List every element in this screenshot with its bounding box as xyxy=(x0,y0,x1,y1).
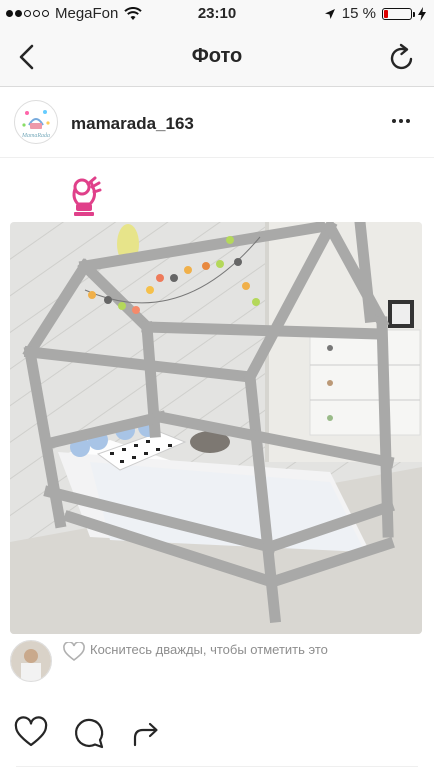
status-right: 15 % xyxy=(324,5,426,22)
battery-icon xyxy=(382,7,415,20)
share-arrow-icon[interactable] xyxy=(130,716,164,750)
brand-logo-icon: MamaRada xyxy=(16,102,56,142)
heart-icon[interactable] xyxy=(14,716,48,750)
divider xyxy=(16,766,418,767)
status-bar: MegaFon 23:10 15 % xyxy=(0,0,434,28)
dot xyxy=(399,119,403,123)
person-photo-icon xyxy=(11,641,51,681)
location-arrow-icon xyxy=(324,8,335,19)
refresh-icon[interactable] xyxy=(388,42,416,72)
username[interactable]: mamarada_163 xyxy=(71,114,194,134)
viewer-avatar[interactable] xyxy=(10,640,52,682)
post-header: MamaRada mamarada_163 xyxy=(0,87,434,158)
heart-outline-icon xyxy=(63,642,85,662)
comment-icon[interactable] xyxy=(72,716,106,750)
post-photo[interactable] xyxy=(10,222,422,634)
dot xyxy=(392,119,396,123)
house-bed-photo xyxy=(10,222,422,634)
battery-percent: 15 % xyxy=(341,5,376,22)
navigation-bar: Фото xyxy=(0,28,434,87)
svg-text:MamaRada: MamaRada xyxy=(21,133,50,139)
avatar[interactable]: MamaRada xyxy=(14,100,58,144)
post-actions xyxy=(0,716,434,756)
charging-bolt-icon xyxy=(418,6,426,21)
dot xyxy=(406,119,410,123)
page-title: Фото xyxy=(191,45,243,67)
more-dots-icon[interactable] xyxy=(392,117,414,125)
double-tap-hint: Коснитесь дважды, чтобы отметить это xyxy=(90,642,328,657)
like-hint-row: Коснитесь дважды, чтобы отметить это xyxy=(0,636,434,684)
ok-hand-emoji-icon xyxy=(72,176,102,216)
battery-fill xyxy=(384,9,388,18)
